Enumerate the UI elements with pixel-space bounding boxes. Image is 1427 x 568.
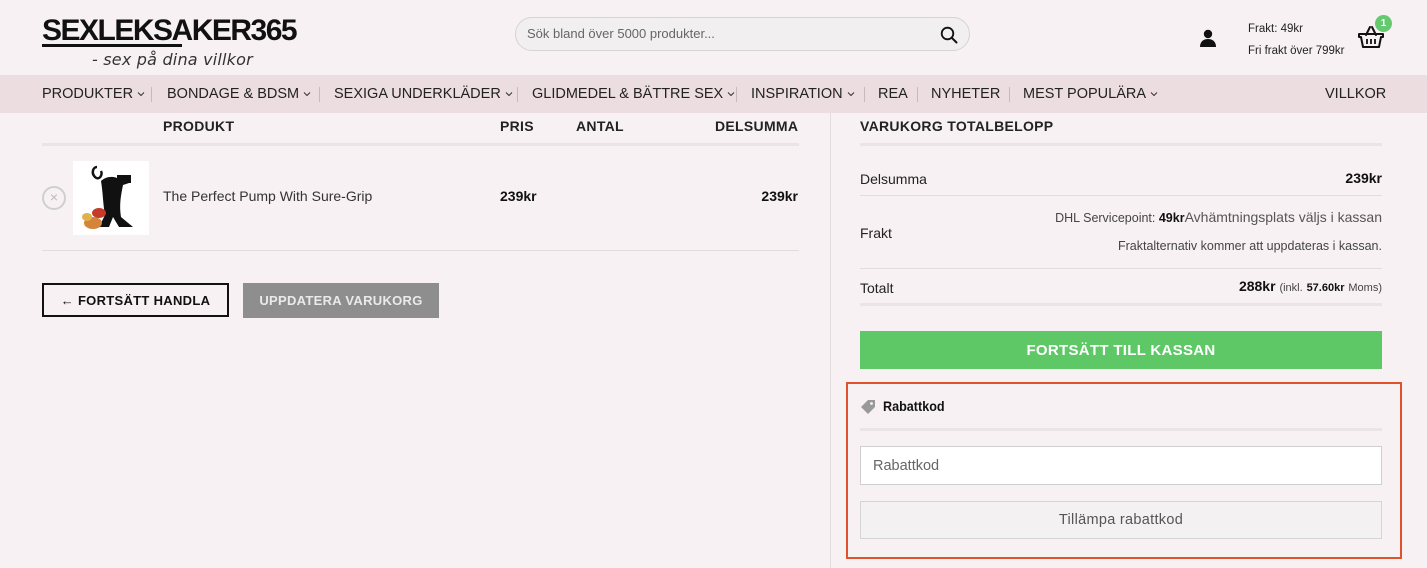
nav-label: PRODUKTER bbox=[42, 86, 134, 102]
logo-text: SEXLEKSAKER365 bbox=[42, 14, 298, 47]
coupon-code-input[interactable] bbox=[860, 446, 1382, 485]
total-label: Totalt bbox=[860, 280, 894, 296]
search-icon[interactable] bbox=[940, 26, 958, 44]
chevron-down-icon bbox=[847, 92, 854, 97]
column-header-price: PRIS bbox=[500, 118, 534, 134]
nav-divider bbox=[151, 87, 152, 102]
subtotal-label: Delsumma bbox=[860, 171, 927, 187]
shipping-label: Frakt bbox=[860, 225, 892, 241]
column-header-product: PRODUKT bbox=[163, 118, 235, 134]
nav-label: GLIDMEDEL & BÄTTRE SEX bbox=[532, 86, 724, 102]
search-bar bbox=[515, 17, 970, 51]
nav-label: MEST POPULÄRA bbox=[1023, 86, 1147, 102]
total-value-group: 288kr (inkl. 57.60kr Moms) bbox=[1239, 278, 1382, 294]
free-shipping-text: Fri frakt över 799kr bbox=[1248, 45, 1345, 57]
table-header-divider bbox=[42, 143, 799, 146]
nav-item-nyheter[interactable]: NYHETER bbox=[931, 75, 1000, 113]
chevron-down-icon bbox=[505, 92, 513, 97]
tax-prefix: (inkl. bbox=[1279, 282, 1303, 294]
apply-coupon-button[interactable]: Tillämpa rabattkod bbox=[860, 501, 1382, 539]
product-price: 239kr bbox=[500, 188, 537, 204]
shipping-info: Frakt: 49kr Fri frakt över 799kr bbox=[1248, 18, 1345, 62]
nav-item-rea[interactable]: REA bbox=[878, 75, 908, 113]
nav-divider bbox=[319, 87, 320, 102]
totals-divider bbox=[860, 268, 1382, 269]
chevron-down-icon bbox=[303, 92, 311, 97]
main-navigation: PRODUKTER BONDAGE & BDSM SEXIGA UNDERKLÄ… bbox=[0, 75, 1427, 113]
product-subtotal: 239kr bbox=[761, 188, 798, 204]
shipping-update-note: Fraktalternativ kommer att uppdateras i … bbox=[1117, 239, 1382, 253]
subtotal-value: 239kr bbox=[1345, 170, 1382, 186]
product-name-link[interactable]: The Perfect Pump With Sure-Grip bbox=[163, 188, 372, 204]
nav-divider bbox=[917, 87, 918, 102]
nav-divider bbox=[864, 87, 865, 102]
column-header-quantity: ANTAL bbox=[576, 118, 624, 134]
nav-item-produkter[interactable]: PRODUKTER bbox=[42, 75, 145, 113]
logo-underline bbox=[42, 44, 182, 47]
column-divider bbox=[830, 113, 831, 568]
continue-shopping-button[interactable]: ← FORTSÄTT HANDLA bbox=[42, 283, 229, 317]
site-header: SEXLEKSAKER365 - sex på dina villkor Fra… bbox=[0, 0, 1427, 75]
nav-label: INSPIRATION bbox=[751, 86, 843, 102]
nav-item-mest-populara[interactable]: MEST POPULÄRA bbox=[1023, 75, 1158, 113]
shipping-method-name: DHL Servicepoint: bbox=[1055, 211, 1156, 225]
nav-divider bbox=[1009, 87, 1010, 102]
remove-item-button[interactable]: × bbox=[42, 186, 66, 210]
shipping-price: 49kr bbox=[1158, 211, 1185, 225]
nav-divider bbox=[736, 87, 737, 102]
nav-item-villkor[interactable]: VILLKOR bbox=[1325, 75, 1386, 113]
nav-label: SEXIGA UNDERKLÄDER bbox=[334, 86, 501, 102]
tag-icon bbox=[861, 400, 875, 414]
search-input[interactable] bbox=[527, 26, 927, 41]
site-logo[interactable]: SEXLEKSAKER365 - sex på dina villkor bbox=[42, 14, 298, 70]
nav-item-inspiration[interactable]: INSPIRATION bbox=[751, 75, 855, 113]
nav-divider bbox=[517, 87, 518, 102]
chevron-down-icon bbox=[1150, 92, 1158, 97]
nav-item-underklader[interactable]: SEXIGA UNDERKLÄDER bbox=[334, 75, 513, 113]
proceed-to-checkout-button[interactable]: FORTSÄTT TILL KASSAN bbox=[860, 331, 1382, 369]
nav-item-bondage[interactable]: BONDAGE & BDSM bbox=[167, 75, 311, 113]
row-divider bbox=[42, 250, 799, 251]
shipping-method: DHL Servicepoint: 49krAvhämtningsplats v… bbox=[1055, 209, 1382, 225]
chevron-down-icon bbox=[137, 92, 145, 97]
nav-label: REA bbox=[878, 86, 908, 102]
nav-label: NYHETER bbox=[931, 86, 1001, 102]
totals-bottom-divider bbox=[860, 303, 1382, 306]
update-cart-button[interactable]: UPPDATERA VARUKORG bbox=[243, 283, 439, 318]
coupon-title: Rabattkod bbox=[883, 398, 945, 414]
user-account-icon[interactable] bbox=[1198, 28, 1218, 48]
cart-totals-title: VARUKORG TOTALBELOPP bbox=[860, 118, 1054, 134]
shipping-pickup-note: Avhämtningsplats väljs i kassan bbox=[1184, 209, 1382, 225]
logo-tagline: - sex på dina villkor bbox=[92, 50, 253, 69]
column-header-subtotal: DELSUMMA bbox=[715, 118, 799, 134]
nav-label: BONDAGE & BDSM bbox=[167, 86, 300, 102]
nav-item-glidmedel[interactable]: GLIDMEDEL & BÄTTRE SEX bbox=[532, 75, 735, 113]
shipping-cost-text: Frakt: 49kr bbox=[1248, 23, 1303, 35]
coupon-divider bbox=[860, 428, 1382, 431]
total-value: 288kr bbox=[1238, 278, 1276, 294]
product-thumbnail[interactable] bbox=[73, 161, 149, 235]
totals-divider bbox=[860, 195, 1382, 196]
totals-header-divider bbox=[860, 143, 1382, 146]
cart-count-badge: 1 bbox=[1375, 15, 1392, 32]
chevron-down-icon bbox=[727, 92, 735, 97]
tax-value: 57.60kr bbox=[1306, 282, 1345, 294]
tax-suffix: Moms) bbox=[1348, 282, 1382, 294]
